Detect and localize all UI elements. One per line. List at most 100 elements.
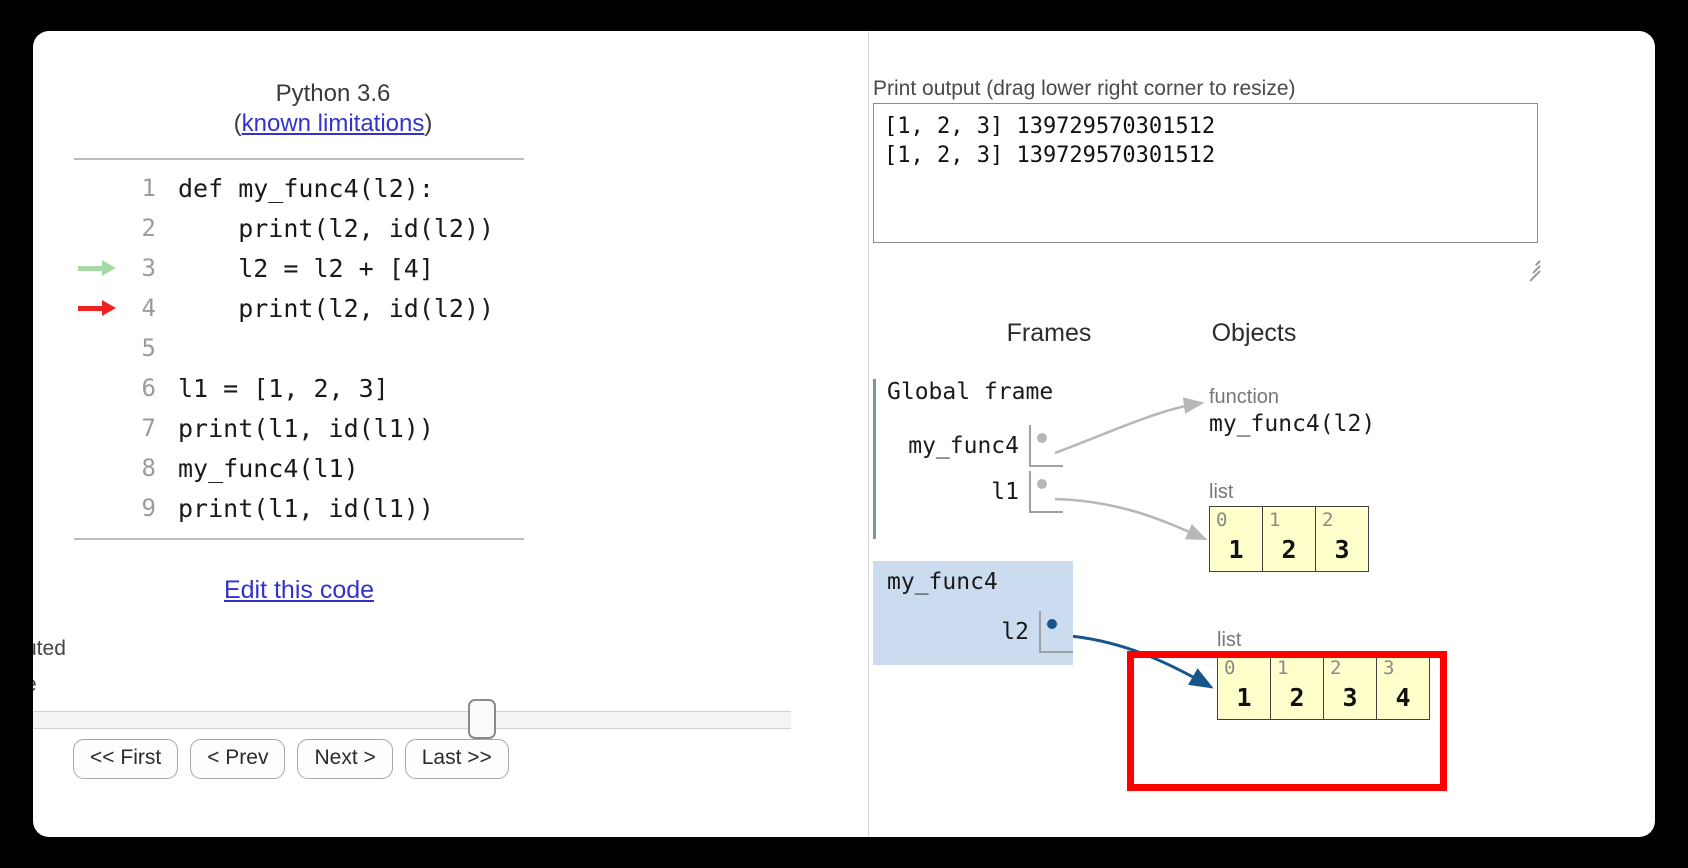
red-arrow-icon <box>78 300 118 316</box>
line-source: l1 = [1, 2, 3] <box>178 373 389 403</box>
object-function-signature: my_func4(l2) <box>1209 411 1376 437</box>
list-cell-value: 3 <box>1342 683 1358 712</box>
code-line: 9 print(l1, id(l1)) <box>74 488 524 528</box>
visualizer-window: Python 3.6 (known limitations) 1 def my_f… <box>33 31 1655 837</box>
line-marker-empty <box>74 448 124 488</box>
list-cell-value: 2 <box>1281 535 1297 564</box>
navigation-buttons: << First < Prev Next > Last >> <box>73 739 509 779</box>
screenshot-root: Python 3.6 (known limitations) 1 def my_f… <box>0 0 1688 868</box>
code-bottom-rule <box>74 538 524 540</box>
frame-variable-row: l1 <box>873 469 1063 515</box>
variable-name: l2 <box>1001 619 1029 645</box>
line-marker-empty <box>74 368 124 408</box>
line-number: 6 <box>141 374 156 402</box>
frame-label: Global frame <box>887 379 1054 405</box>
code-line: 5 <box>74 328 524 368</box>
objects-heading: Objects <box>1211 319 1297 347</box>
pointer-dot-icon <box>1047 619 1057 629</box>
arrow-l2-to-list2 <box>1058 633 1214 689</box>
line-source: my_func4(l1) <box>178 453 359 483</box>
line-source: print(l2, id(l2)) <box>178 293 495 323</box>
known-limitations-line: (known limitations) <box>33 110 633 138</box>
green-arrow-icon <box>78 260 118 276</box>
prev-button[interactable]: < Prev <box>190 739 286 779</box>
code-line-list: 1 def my_func4(l2): 2 print(l2, id(l2)) 3 l… <box>74 160 524 538</box>
python-version-label: Python 3.6 <box>275 80 391 107</box>
list-cell-value: 2 <box>1289 683 1305 712</box>
line-number: 7 <box>141 414 156 442</box>
list-cell-index: 1 <box>1277 657 1289 679</box>
print-output-box[interactable]: [1, 2, 3] 139729570301512 [1, 2, 3] 13972… <box>873 103 1538 243</box>
last-button[interactable]: Last >> <box>404 739 509 779</box>
line-number: 5 <box>141 334 156 362</box>
print-output-label: Print output (drag lower right corner to… <box>873 77 1296 100</box>
slider-thumb[interactable] <box>468 699 496 739</box>
list-table: 01122334 <box>1217 654 1430 720</box>
code-line: 6 l1 = [1, 2, 3] <box>74 368 524 408</box>
list-cell-index: 2 <box>1330 657 1342 679</box>
edit-this-code-link[interactable]: Edit this code <box>224 576 374 604</box>
arrow-myfunc4-to-function <box>1054 397 1205 455</box>
arrow-l1-to-list1 <box>1054 497 1208 541</box>
next-button[interactable]: Next > <box>297 739 393 779</box>
list-cell-value: 4 <box>1395 683 1411 712</box>
known-limitations-link[interactable]: known limitations <box>242 110 425 137</box>
list-cell: 23 <box>1315 506 1369 572</box>
list-table: 011223 <box>1209 506 1369 572</box>
list-cell: 12 <box>1262 506 1316 572</box>
list-cell: 23 <box>1323 654 1377 720</box>
status-line-1: uted <box>33 637 66 660</box>
object-type-label: list <box>1209 481 1234 503</box>
print-output-line: [1, 2, 3] 139729570301512 <box>884 114 1216 139</box>
slider-track[interactable] <box>33 711 791 729</box>
resize-handle-icon[interactable] <box>1524 257 1541 282</box>
line-source: print(l1, id(l1)) <box>178 493 434 523</box>
line-number: 1 <box>141 174 156 202</box>
code-line: 3 l2 = l2 + [4] <box>74 248 524 288</box>
list-cell: 01 <box>1209 506 1263 572</box>
paren-open: ( <box>233 110 242 137</box>
line-marker-empty <box>74 408 124 448</box>
list-cell-value: 3 <box>1334 535 1350 564</box>
pointer-dot-icon <box>1037 433 1047 443</box>
line-marker-empty <box>74 328 124 368</box>
next-line-arrow-icon <box>74 248 124 288</box>
line-marker-empty <box>74 488 124 528</box>
list-cell: 34 <box>1376 654 1430 720</box>
frame-global: Global frame my_func4 l1 <box>873 379 1063 539</box>
code-display: 1 def my_func4(l2): 2 print(l2, id(l2)) 3 l… <box>74 158 524 540</box>
list-row: 011223 <box>1209 506 1369 572</box>
execution-slider[interactable] <box>33 699 793 739</box>
list-cell-index: 1 <box>1269 509 1281 531</box>
object-list-1: list 011223 <box>1209 481 1369 572</box>
line-source: l2 = l2 + [4] <box>178 253 434 283</box>
variable-pointer-slot <box>1029 425 1063 467</box>
first-button[interactable]: << First <box>73 739 179 779</box>
line-marker-empty <box>74 168 124 208</box>
frame-label: my_func4 <box>887 569 998 595</box>
code-line: 4 print(l2, id(l2)) <box>74 288 524 328</box>
variable-pointer-slot <box>1039 611 1073 653</box>
list-cell-index: 0 <box>1224 657 1236 679</box>
object-list-2: list 01122334 <box>1217 629 1430 720</box>
print-output-line: [1, 2, 3] 139729570301512 <box>884 143 1216 169</box>
execution-status-text: uted e <box>33 631 66 702</box>
frame-variable-row: l2 <box>873 609 1073 655</box>
line-number: 3 <box>141 254 156 282</box>
pointer-dot-icon <box>1037 479 1047 489</box>
list-row: 01122334 <box>1217 654 1430 720</box>
list-cell: 01 <box>1217 654 1271 720</box>
code-line: 7 print(l1, id(l1)) <box>74 408 524 448</box>
list-cell-index: 0 <box>1216 509 1228 531</box>
line-number: 2 <box>141 214 156 242</box>
variable-pointer-slot <box>1029 471 1063 513</box>
line-marker-empty <box>74 208 124 248</box>
list-cell-index: 2 <box>1322 509 1334 531</box>
paren-close: ) <box>424 110 433 137</box>
line-source: print(l1, id(l1)) <box>178 413 434 443</box>
visualization-pane: Print output (drag lower right corner to… <box>869 31 1655 837</box>
frame-my-func4: my_func4 l2 <box>873 561 1073 665</box>
line-source: print(l2, id(l2)) <box>178 213 495 243</box>
code-line: 1 def my_func4(l2): <box>74 168 524 208</box>
object-function: function my_func4(l2) <box>1209 386 1375 437</box>
